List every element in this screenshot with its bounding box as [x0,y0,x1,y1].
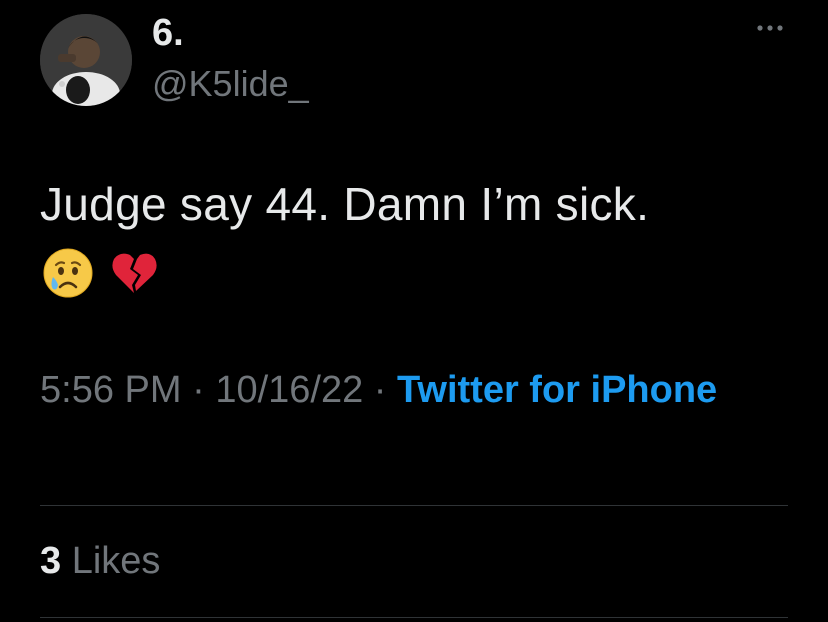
profile-photo-image [40,14,132,106]
tweet-date[interactable]: 10/16/22 [215,369,363,411]
user-handle[interactable]: @K5lide_ [152,62,309,106]
tweet-source-link[interactable]: Twitter for iPhone [397,369,717,411]
tweet-time[interactable]: 5:56 PM [40,369,182,411]
crying-face-emoji [43,248,93,298]
likes-count: 3 [40,540,62,582]
display-name[interactable]: 6. [152,10,184,56]
meta-separator: · [192,369,205,411]
divider [40,617,788,618]
broken-heart-emoji [112,253,157,293]
more-horizontal-icon[interactable] [752,18,788,38]
divider [40,505,788,506]
likes-label: Likes [71,540,161,582]
tweet-text: Judge say 44. Damn I’m sick. [40,178,650,230]
tweet-metadata: 5:56 PM · 10/16/22 · Twitter for iPhone [40,362,760,418]
likes-stat[interactable]: 3 Likes [40,536,160,586]
meta-separator: · [373,369,387,411]
avatar[interactable] [40,14,132,106]
tweet-emojis [42,246,160,300]
